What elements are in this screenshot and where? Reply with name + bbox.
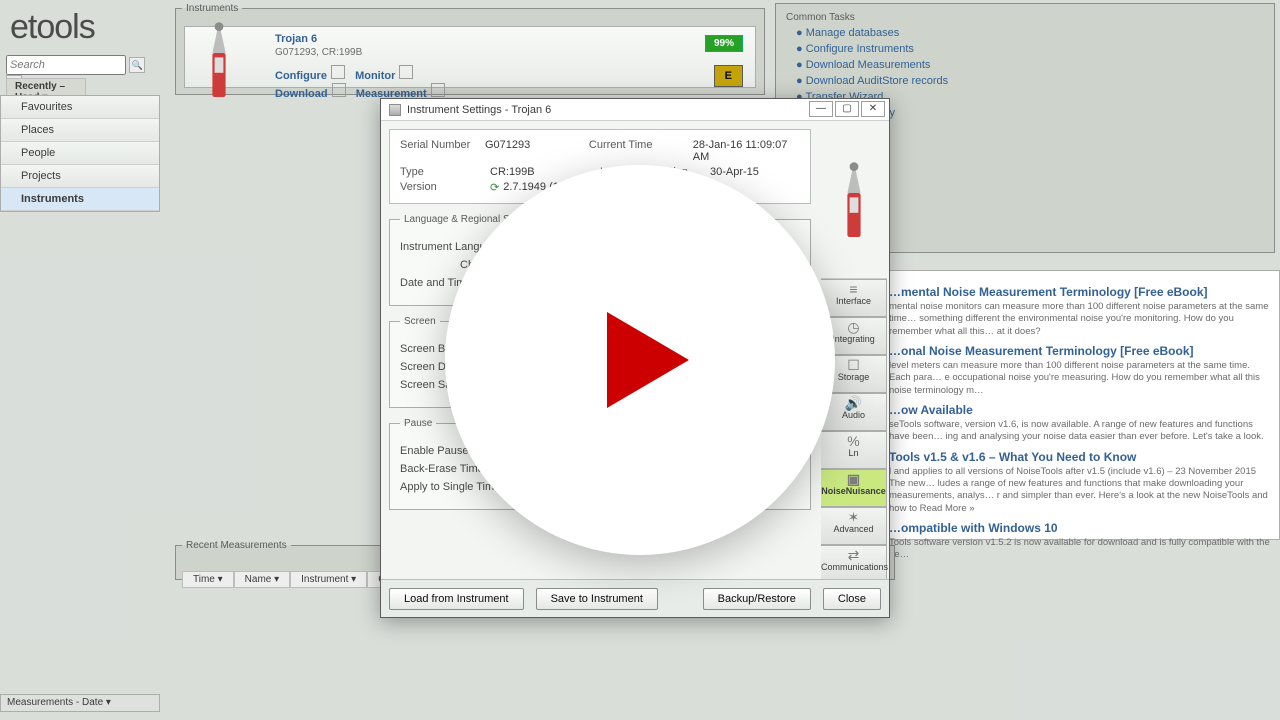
play-button[interactable] (445, 165, 835, 555)
play-icon (607, 312, 689, 408)
